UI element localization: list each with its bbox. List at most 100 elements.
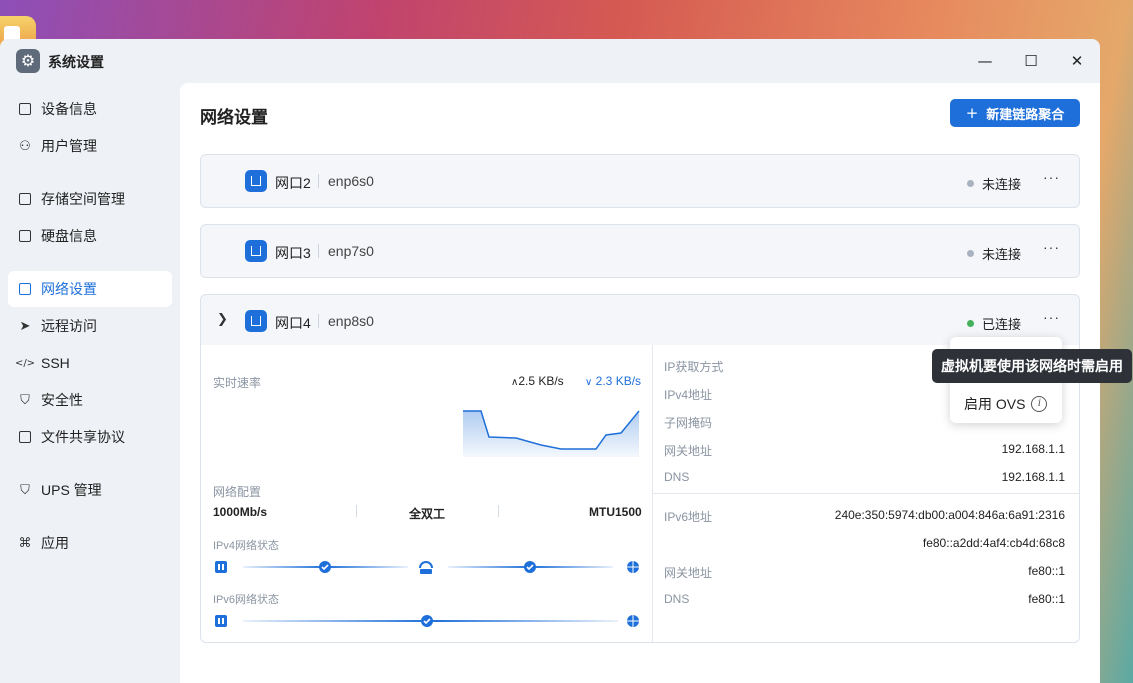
- gear-icon: ⚙: [16, 49, 40, 73]
- divider: [318, 174, 319, 188]
- info-icon[interactable]: i: [1031, 396, 1048, 412]
- device-icon: [17, 101, 33, 117]
- speed-label: 实时速率: [213, 376, 262, 390]
- more-icon[interactable]: ···: [1043, 169, 1060, 185]
- ethernet-port-icon: [245, 240, 267, 262]
- sidebar-item-label: 硬盘信息: [41, 228, 97, 244]
- more-icon[interactable]: ···: [1043, 239, 1060, 255]
- ipv4-label: IPv4地址: [664, 388, 713, 402]
- status-badge: 已连接: [967, 314, 1021, 333]
- nas-icon: [215, 561, 227, 573]
- ovs-tooltip: 虚拟机要使用该网络时需启用: [932, 349, 1132, 383]
- shield-icon: ⛉: [20, 482, 30, 498]
- sidebar-item-device-info[interactable]: 设备信息: [8, 91, 172, 127]
- more-icon[interactable]: ···: [1043, 309, 1060, 325]
- window-title: 系统设置: [48, 54, 104, 70]
- port-device: enp6s0: [328, 173, 374, 189]
- sidebar-item-storage[interactable]: 存储空间管理: [8, 181, 172, 217]
- enable-ovs-menu-item[interactable]: 启用 OVS i: [964, 394, 1048, 414]
- disk-icon: [17, 228, 33, 244]
- close-icon[interactable]: ✕: [1065, 49, 1089, 73]
- shield-icon: ⛉: [20, 392, 30, 408]
- sidebar-item-label: UPS 管理: [41, 482, 102, 498]
- sidebar-item-user-management[interactable]: ⚇ 用户管理: [8, 128, 172, 164]
- sidebar-item-label: 应用: [41, 535, 69, 551]
- apps-icon: ⌘: [18, 535, 32, 551]
- sidebar-item-label: 网络设置: [41, 281, 97, 297]
- sidebar-item-file-sharing[interactable]: 文件共享协议: [8, 419, 172, 455]
- port-card-expanded: ❯ 网口4 enp8s0 已连接 ··· 实时速率 ∧2.5 KB/s ∨ 2.…: [200, 294, 1080, 643]
- port-name: 网口2: [275, 175, 311, 191]
- sidebar-item-label: 存储空间管理: [41, 191, 125, 207]
- new-button-label: 新建链路聚合: [986, 106, 1065, 122]
- ipv4-status-label: IPv4网络状态: [213, 540, 280, 552]
- divider: [653, 493, 1079, 494]
- user-icon: ⚇: [19, 138, 31, 154]
- sidebar-item-remote-access[interactable]: ➤ 远程访问: [8, 308, 172, 344]
- title-bar: ⚙ 系统设置 — ☐ ✕: [0, 39, 1100, 83]
- nas-icon: [215, 615, 227, 627]
- sidebar-item-ups[interactable]: ⛉ UPS 管理: [8, 472, 172, 508]
- storage-icon: [17, 191, 33, 207]
- port-name: 网口4: [275, 315, 311, 331]
- status-dot: [967, 250, 974, 257]
- document-icon: [17, 429, 33, 445]
- status-dot: [967, 320, 974, 327]
- status-text: 未连接: [982, 247, 1022, 262]
- ipv4-label: DNS: [664, 470, 690, 484]
- link-speed: 1000Mb/s: [213, 505, 268, 519]
- sidebar-item-label: SSH: [41, 355, 70, 371]
- arrow-down-icon: ∨: [585, 377, 593, 388]
- ipv6-label: 网关地址: [664, 566, 713, 580]
- port-detail: 实时速率 ∧2.5 KB/s ∨ 2.3 KB/s 网络配置 1000Mb/s …: [201, 345, 1079, 642]
- upload-speed: ∧2.5 KB/s: [511, 374, 564, 388]
- divider: [498, 505, 499, 517]
- ipv6-status-label: IPv6网络状态: [213, 594, 280, 606]
- ipv4-status-flow: [215, 561, 639, 574]
- sidebar-item-label: 文件共享协议: [41, 429, 125, 445]
- status-text: 已连接: [982, 317, 1022, 332]
- download-value: 2.3 KB/s: [595, 374, 642, 388]
- sidebar-item-label: 用户管理: [41, 138, 97, 154]
- mtu-value: MTU1500: [589, 505, 642, 519]
- port-device: enp8s0: [328, 313, 374, 329]
- network-icon: [17, 281, 33, 297]
- ipv6-label: IPv6地址: [664, 510, 713, 524]
- ipv6-link-local-value: fe80::a2dd:4af4:cb4d:68c8: [922, 536, 1065, 550]
- status-badge: 未连接: [967, 174, 1021, 193]
- status-dot: [967, 180, 974, 187]
- sidebar-item-network[interactable]: 网络设置: [8, 271, 172, 307]
- sidebar-item-security[interactable]: ⛉ 安全性: [8, 382, 172, 418]
- menu-item-label: 启用 OVS: [964, 396, 1026, 412]
- upload-value: 2.5 KB/s: [518, 374, 564, 388]
- ipv6-status-flow: [215, 615, 639, 627]
- sidebar-item-label: 安全性: [41, 392, 83, 408]
- code-icon: </>: [14, 357, 36, 369]
- speed-sparkline: [463, 410, 640, 457]
- ipv4-dns-value: 192.168.1.1: [1001, 470, 1065, 484]
- divider: [356, 505, 357, 517]
- status-text: 未连接: [982, 177, 1022, 192]
- duplex-mode: 全双工: [409, 507, 446, 521]
- config-label: 网络配置: [213, 485, 262, 499]
- minimize-icon[interactable]: —: [973, 49, 997, 73]
- sidebar-item-apps[interactable]: ⌘ 应用: [8, 525, 172, 561]
- port-device: enp7s0: [328, 243, 374, 259]
- sidebar-item-ssh[interactable]: </> SSH: [8, 345, 172, 381]
- divider: [318, 244, 319, 258]
- ipv4-gateway-value: 192.168.1.1: [1001, 442, 1065, 456]
- sidebar-item-disk-info[interactable]: 硬盘信息: [8, 218, 172, 254]
- ipv4-label: 网关地址: [664, 444, 713, 458]
- ipv4-label: 子网掩码: [664, 416, 713, 430]
- port-card[interactable]: 网口3 enp7s0 未连接 ···: [200, 224, 1080, 278]
- ipv6-address-value: 240e:350:5974:db00:a004:846a:6a91:2316: [834, 508, 1065, 522]
- chevron-down-icon[interactable]: ❯: [217, 312, 228, 327]
- maximize-icon[interactable]: ☐: [1019, 49, 1043, 73]
- ipv4-label: IP获取方式: [664, 360, 724, 374]
- router-icon: [419, 561, 433, 569]
- port-card[interactable]: 网口2 enp6s0 未连接 ···: [200, 154, 1080, 208]
- ipv6-label: DNS: [664, 592, 690, 606]
- port-name: 网口3: [275, 245, 311, 261]
- new-link-aggregation-button[interactable]: + 新建链路聚合: [950, 99, 1080, 127]
- plus-icon: +: [965, 104, 979, 122]
